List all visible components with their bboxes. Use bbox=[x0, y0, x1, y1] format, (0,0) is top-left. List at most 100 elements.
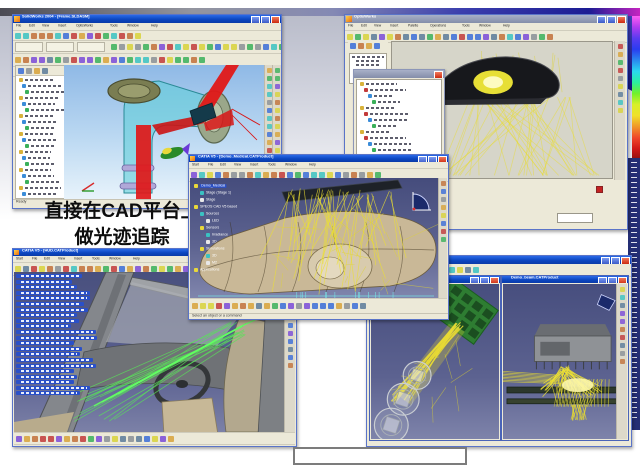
toolbar-icon[interactable] bbox=[328, 303, 334, 309]
toolbar-icon[interactable] bbox=[288, 363, 293, 368]
toolbar-icon[interactable] bbox=[15, 33, 21, 39]
toolbar-icon[interactable] bbox=[288, 323, 293, 328]
toolbar-icon[interactable] bbox=[151, 44, 157, 50]
maximize-icon[interactable] bbox=[611, 257, 620, 264]
toolbar-icon[interactable] bbox=[296, 303, 302, 309]
toolbar-icon[interactable] bbox=[136, 436, 142, 442]
toolbar-icon[interactable] bbox=[264, 303, 270, 309]
close-icon[interactable] bbox=[621, 257, 630, 264]
menu-item[interactable]: File bbox=[32, 257, 37, 260]
toolbar-icon[interactable] bbox=[224, 303, 230, 309]
minimize-icon[interactable] bbox=[597, 16, 606, 23]
toolbar-icon[interactable] bbox=[127, 44, 133, 50]
spec-tree-item[interactable]: Sensors bbox=[200, 224, 262, 231]
spec-tree-item[interactable]: 3D bbox=[206, 252, 262, 259]
toolbar-icon[interactable] bbox=[232, 303, 238, 309]
menu-item[interactable]: Help bbox=[151, 24, 158, 27]
toolbar-icon[interactable] bbox=[152, 436, 158, 442]
dialog-tree-item[interactable] bbox=[368, 118, 441, 122]
toolbar-icon[interactable] bbox=[275, 92, 280, 97]
toolbar-icon[interactable] bbox=[183, 57, 189, 63]
right-toolbar[interactable] bbox=[616, 284, 627, 439]
menu-item[interactable]: View bbox=[42, 24, 49, 27]
toolbar-icon[interactable] bbox=[95, 33, 101, 39]
toolbar-icon[interactable] bbox=[618, 84, 623, 89]
spec-tree-item[interactable]: Applications bbox=[194, 266, 262, 273]
toolbar-icon[interactable] bbox=[88, 436, 94, 442]
toolbar-icon[interactable] bbox=[620, 327, 625, 332]
close-icon[interactable] bbox=[490, 277, 499, 283]
spec-tree-item[interactable]: Simulations bbox=[200, 245, 262, 252]
tree-tabs[interactable] bbox=[16, 66, 64, 76]
close-icon[interactable] bbox=[434, 71, 443, 78]
toolbar-icon[interactable] bbox=[288, 347, 293, 352]
right-toolbar[interactable] bbox=[614, 41, 625, 180]
toolbar-icon[interactable] bbox=[441, 197, 446, 202]
toolbar-icon[interactable] bbox=[47, 57, 53, 63]
spec-tree-item[interactable]: Sources bbox=[200, 210, 262, 217]
command-manager-buttons[interactable] bbox=[15, 42, 105, 52]
toolbar-icon[interactable] bbox=[111, 44, 117, 50]
window-buttons[interactable] bbox=[598, 277, 627, 283]
toolbar-icon[interactable] bbox=[451, 34, 457, 40]
tree-item-selected[interactable] bbox=[16, 341, 74, 345]
toolbar-icon[interactable] bbox=[192, 303, 198, 309]
spec-tree-item[interactable]: LED bbox=[206, 217, 262, 224]
toolbar-icon[interactable] bbox=[55, 57, 61, 63]
menu-item[interactable]: Window bbox=[479, 24, 491, 27]
toolbar-icon[interactable] bbox=[459, 34, 465, 40]
tree-item[interactable] bbox=[25, 180, 64, 184]
close-icon[interactable] bbox=[617, 16, 626, 23]
tree-item[interactable] bbox=[25, 90, 64, 94]
maximize-icon[interactable] bbox=[608, 277, 617, 283]
toolbar-icon[interactable] bbox=[120, 436, 126, 442]
toolbar-icon[interactable] bbox=[395, 34, 401, 40]
toolbar-icon[interactable] bbox=[275, 148, 280, 153]
spec-tree-item[interactable]: 3D bbox=[206, 238, 262, 245]
toolbar-icon[interactable] bbox=[48, 436, 54, 442]
toolbar-icon[interactable] bbox=[95, 57, 101, 63]
toolbar-icon[interactable] bbox=[507, 34, 513, 40]
toolbar-icon[interactable] bbox=[358, 43, 364, 49]
toolbar-icon[interactable] bbox=[159, 57, 165, 63]
menu-item[interactable]: View bbox=[374, 24, 381, 27]
toolbar-icon[interactable] bbox=[523, 34, 529, 40]
toolbar-icon[interactable] bbox=[199, 57, 205, 63]
toolbar-icon[interactable] bbox=[344, 303, 350, 309]
toolbar-icon[interactable] bbox=[449, 267, 455, 273]
toolbar-icon[interactable] bbox=[31, 57, 37, 63]
toolbar-icon[interactable] bbox=[87, 33, 93, 39]
toolbar-icon[interactable] bbox=[42, 68, 48, 74]
toolbar-icon[interactable] bbox=[620, 359, 625, 364]
menu-item[interactable]: File bbox=[16, 24, 21, 27]
toolbar-icon[interactable] bbox=[135, 57, 141, 63]
dialog-tree-item[interactable] bbox=[368, 94, 441, 98]
toolbar-icon[interactable] bbox=[366, 43, 372, 49]
dialog-tree-item[interactable] bbox=[360, 106, 441, 110]
toolbar-icon[interactable] bbox=[127, 33, 133, 39]
menu-item[interactable]: Help bbox=[309, 163, 316, 166]
toolbar-icon[interactable] bbox=[620, 287, 625, 292]
toolbar-icon[interactable] bbox=[40, 436, 46, 442]
toolbar-icon[interactable] bbox=[618, 100, 623, 105]
toolbar-icon[interactable] bbox=[618, 60, 623, 65]
dialog-tree-item[interactable] bbox=[372, 100, 441, 104]
menu-item[interactable]: Edit bbox=[29, 24, 35, 27]
toolbar-icon[interactable] bbox=[467, 34, 473, 40]
toolbar-icon[interactable] bbox=[618, 92, 623, 97]
tree-item-selected[interactable] bbox=[16, 274, 82, 278]
minimize-icon[interactable] bbox=[601, 257, 610, 264]
window-buttons[interactable] bbox=[470, 277, 499, 283]
toolbar-icon[interactable] bbox=[441, 237, 446, 242]
toolbar-icon[interactable] bbox=[267, 76, 272, 81]
toolbar-icon[interactable] bbox=[112, 436, 118, 442]
menu-item[interactable]: Window bbox=[109, 257, 121, 260]
tree-item-selected[interactable] bbox=[16, 302, 84, 306]
toolbar-icon[interactable] bbox=[419, 34, 425, 40]
menu-item[interactable]: Tools bbox=[268, 163, 276, 166]
tree-item[interactable] bbox=[22, 156, 64, 160]
dialog-tree-item[interactable] bbox=[360, 82, 441, 86]
toolbar-icon[interactable] bbox=[473, 267, 479, 273]
toolbar-icon[interactable] bbox=[620, 311, 625, 316]
menu-item[interactable]: Insert bbox=[250, 163, 258, 166]
